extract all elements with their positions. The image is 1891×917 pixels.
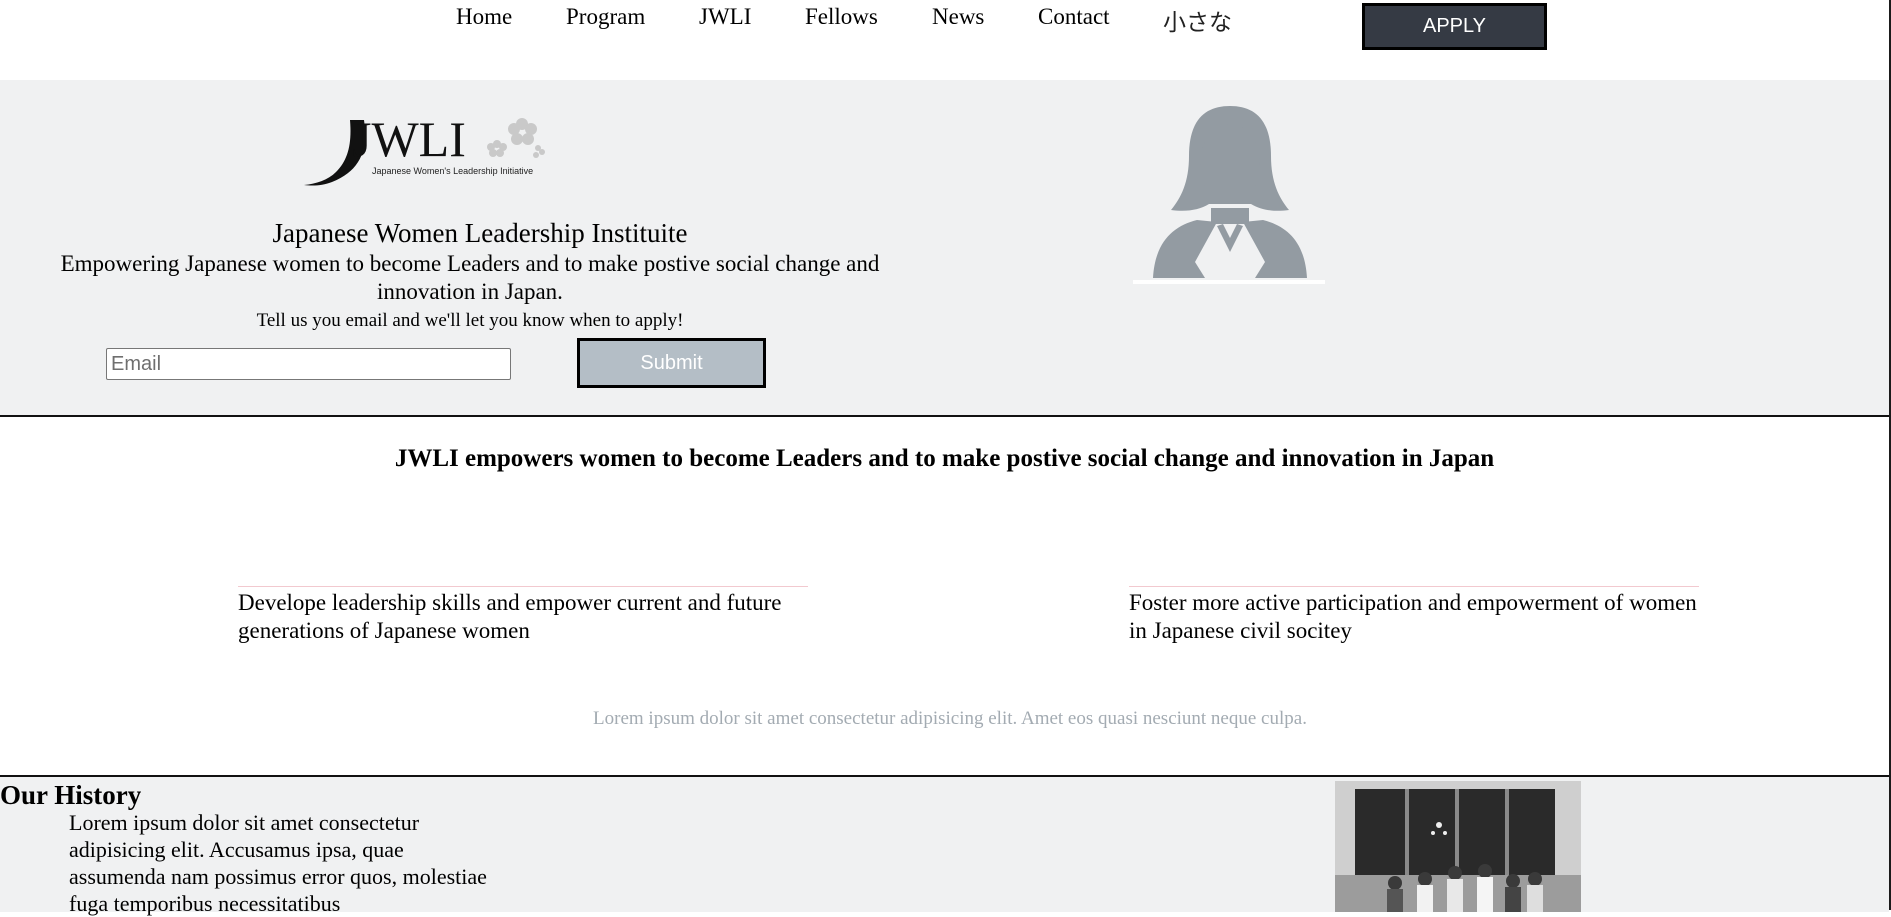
hero-title: Japanese Women Leadership Instituite [272,218,688,248]
nav-link-home[interactable]: Home [456,4,512,30]
history-body: Lorem ipsum dolor sit amet consectetur a… [69,810,487,916]
nav-link-news[interactable]: News [932,4,984,30]
nav-link-fellows[interactable]: Fellows [805,4,878,30]
history-title: Our History [0,780,142,810]
hero-section: JWLI Japanese Women's Leadership Initiat… [0,80,1889,417]
mission-heading: JWLI empowers women to become Leaders an… [394,445,1495,472]
signup-note: Tell us you email and we'll let you know… [256,310,684,331]
nav-link-jwli[interactable]: JWLI [699,4,751,30]
history-photo [1335,781,1581,912]
logo-subtitle: Japanese Women's Leadership Initiative [372,166,533,176]
top-navigation: Home Program JWLI Fellows News Contact 小… [0,0,1889,80]
history-section: Our History Lorem ipsum dolor sit amet c… [0,775,1889,916]
jwli-logo: JWLI Japanese Women's Leadership Initiat… [304,111,545,186]
email-field[interactable] [106,348,511,380]
nav-link-language[interactable]: 小さな [1163,3,1232,37]
nav-link-contact[interactable]: Contact [1038,4,1110,30]
goal-civil-society: Foster more active participation and emp… [1129,586,1699,645]
woman-silhouette-icon [1133,106,1325,284]
mission-placeholder-text: Lorem ipsum dolor sit amet consectetur a… [593,708,1307,729]
goal-leadership-skills: Develope leadership skills and empower c… [238,586,808,645]
logo-wordmark: JWLI [352,111,466,167]
nav-link-program[interactable]: Program [566,4,645,30]
submit-button[interactable]: Submit [577,338,766,388]
hero-subtitle: Empowering Japanese women to become Lead… [60,251,880,304]
cherry-blossom-icon [487,118,545,158]
apply-button[interactable]: APPLY [1362,3,1547,50]
